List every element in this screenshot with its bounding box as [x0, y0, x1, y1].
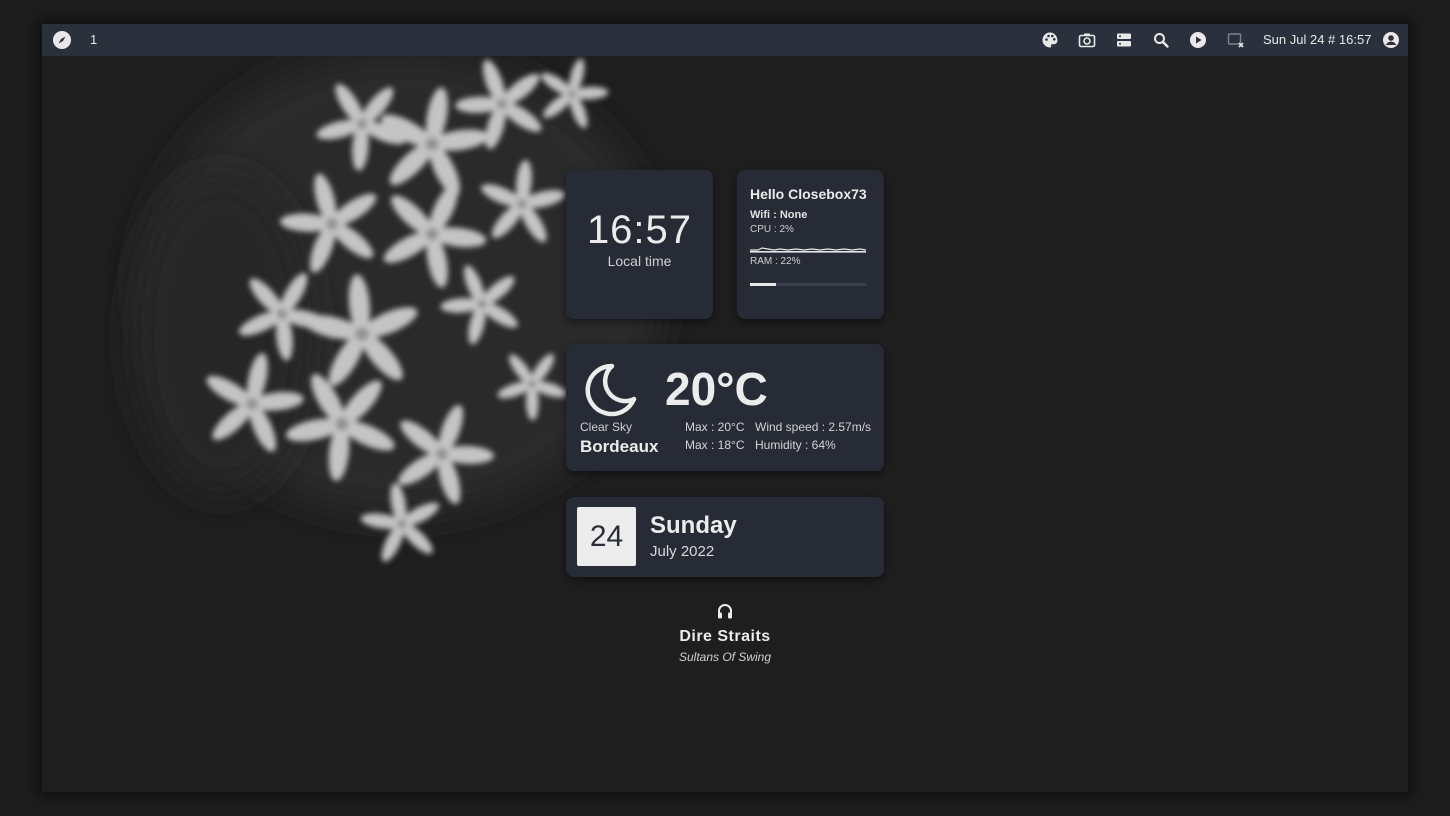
wind-speed: Wind speed : 2.57m/s [755, 420, 872, 434]
wifi-status: Wifi : None [750, 209, 808, 221]
greeting: Hello Closebox73 [750, 186, 867, 202]
ram-usage: RAM : 22% [750, 256, 801, 267]
desktop: 1 Sun Jul 24 # 16:57 16:57 Local time He… [42, 24, 1408, 792]
camera-icon[interactable] [1078, 31, 1096, 49]
music-widget: Dire Straits Sultans Of Swing [642, 602, 808, 664]
ram-bar-fill [750, 283, 776, 286]
temperature: 20°C [665, 363, 768, 415]
ram-bar [750, 283, 866, 286]
clock-widget: 16:57 Local time [566, 170, 713, 319]
screen-off-icon[interactable] [1227, 31, 1245, 49]
clock-label: Local time [607, 253, 672, 269]
moon-icon [585, 363, 637, 417]
weekday: Sunday [650, 512, 737, 539]
temp-min: Max : 18°C [685, 438, 745, 452]
cpu-usage: CPU : 2% [750, 224, 794, 235]
weather-widget: 20°C Clear Sky Bordeaux Max : 20°C Max :… [566, 344, 884, 471]
temp-max: Max : 20°C [685, 420, 745, 434]
search-icon[interactable] [1152, 31, 1170, 49]
palette-icon[interactable] [1041, 31, 1059, 49]
day-number: 24 [577, 507, 636, 566]
panel-clock[interactable]: Sun Jul 24 # 16:57 [1263, 32, 1371, 47]
month-year: July 2022 [650, 543, 715, 560]
weather-condition: Clear Sky [580, 420, 633, 434]
headphones-icon [718, 604, 732, 619]
workspace-indicator[interactable]: 1 [90, 32, 97, 47]
play-circle-icon[interactable] [1189, 31, 1207, 49]
cpu-graph [750, 247, 866, 253]
music-artist: Dire Straits [679, 628, 771, 645]
user-circle-icon[interactable] [1382, 31, 1400, 49]
compass-icon[interactable] [52, 30, 72, 50]
server-icon[interactable] [1115, 31, 1133, 49]
weather-city: Bordeaux [580, 437, 659, 456]
humidity: Humidity : 64% [755, 438, 836, 452]
date-widget: 24 Sunday July 2022 [566, 497, 884, 577]
music-track: Sultans Of Swing [678, 650, 772, 664]
top-panel: 1 Sun Jul 24 # 16:57 [42, 24, 1408, 56]
clock-time: 16:57 [586, 208, 693, 252]
system-widget: Hello Closebox73 Wifi : None CPU : 2% RA… [737, 170, 884, 319]
